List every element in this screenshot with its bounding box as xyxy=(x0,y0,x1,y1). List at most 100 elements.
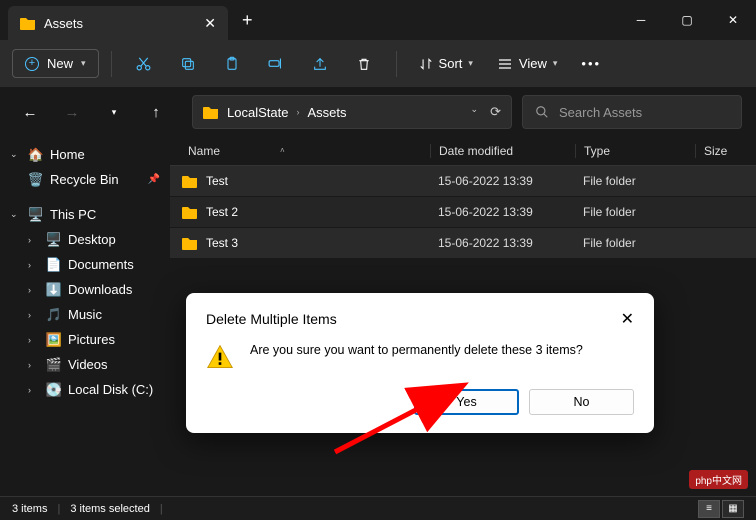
new-button[interactable]: + New ▾ xyxy=(12,49,99,78)
sidebar-item-videos[interactable]: › 🎬 Videos xyxy=(4,352,166,377)
recycle-icon: 🗑️ xyxy=(28,173,44,187)
table-row[interactable]: Test 3 15-06-2022 13:39 File folder xyxy=(170,228,756,258)
status-bar: 3 items | 3 items selected | ≡ ▦ xyxy=(0,496,756,520)
sidebar-item-desktop[interactable]: › 🖥️ Desktop xyxy=(4,227,166,252)
file-name: Test 3 xyxy=(206,236,238,250)
chevron-down-icon: ▾ xyxy=(553,58,558,69)
more-button[interactable]: ••• xyxy=(571,56,611,71)
chevron-right-icon: › xyxy=(28,285,40,295)
column-type[interactable]: Type xyxy=(575,144,695,158)
breadcrumb-localstate[interactable]: LocalState xyxy=(227,105,288,120)
sidebar-item-downloads[interactable]: › ⬇️ Downloads xyxy=(4,277,166,302)
share-icon[interactable] xyxy=(300,46,340,82)
search-input[interactable]: Search Assets xyxy=(522,95,742,129)
music-label: Music xyxy=(68,307,102,322)
watermark: php中文网 xyxy=(689,470,748,489)
chevron-right-icon: › xyxy=(296,107,299,117)
column-name[interactable]: Name˄ xyxy=(170,144,430,158)
thispc-label: This PC xyxy=(50,207,96,222)
address-dropdown-icon[interactable]: ⌄ xyxy=(471,104,479,120)
disk-icon: 💽 xyxy=(46,383,62,397)
file-type: File folder xyxy=(575,174,695,188)
maximize-button[interactable]: ▢ xyxy=(664,0,710,40)
dialog-close-button[interactable]: ✕ xyxy=(621,309,634,329)
view-button[interactable]: View ▾ xyxy=(487,56,567,71)
sort-asc-icon: ˄ xyxy=(280,146,285,155)
desktop-icon: 🖥️ xyxy=(46,233,62,247)
home-label: Home xyxy=(50,147,85,162)
localdisk-label: Local Disk (C:) xyxy=(68,382,153,397)
plus-icon: + xyxy=(25,57,39,71)
sidebar-item-music[interactable]: › 🎵 Music xyxy=(4,302,166,327)
chevron-down-icon: ⌄ xyxy=(10,149,22,160)
chevron-right-icon: › xyxy=(28,385,40,395)
no-button[interactable]: No xyxy=(529,389,634,415)
sidebar-item-localdisk[interactable]: › 💽 Local Disk (C:) xyxy=(4,377,166,402)
folder-icon xyxy=(182,174,198,188)
item-count: 3 items xyxy=(12,503,47,515)
breadcrumb-assets[interactable]: Assets xyxy=(307,105,346,120)
minimize-button[interactable]: ─ xyxy=(618,0,664,40)
selected-count: 3 items selected xyxy=(70,503,149,515)
yes-button[interactable]: Yes xyxy=(414,389,519,415)
search-placeholder: Search Assets xyxy=(559,105,642,120)
sidebar-item-home[interactable]: ⌄ 🏠 Home xyxy=(4,142,166,167)
folder-icon xyxy=(182,236,198,250)
recent-dropdown[interactable]: ▾ xyxy=(98,96,130,128)
chevron-right-icon: › xyxy=(28,335,40,345)
sort-button[interactable]: Sort ▾ xyxy=(409,56,483,71)
titlebar: Assets ✕ + ─ ▢ ✕ xyxy=(0,0,756,40)
chevron-down-icon: ▾ xyxy=(468,58,473,69)
refresh-icon[interactable]: ⟳ xyxy=(490,104,501,120)
new-tab-button[interactable]: + xyxy=(242,10,253,31)
folder-icon xyxy=(203,105,219,119)
column-size[interactable]: Size xyxy=(695,144,756,158)
file-name: Test 2 xyxy=(206,205,238,219)
chevron-right-icon: › xyxy=(28,235,40,245)
delete-icon[interactable] xyxy=(344,46,384,82)
downloads-label: Downloads xyxy=(68,282,132,297)
documents-icon: 📄 xyxy=(46,258,62,272)
cut-icon[interactable] xyxy=(124,46,164,82)
pictures-icon: 🖼️ xyxy=(46,333,62,347)
navbar: ← → ▾ ↑ LocalState › Assets ⌄ ⟳ Search A… xyxy=(0,88,756,136)
rename-icon[interactable] xyxy=(256,46,296,82)
toolbar: + New ▾ Sort ▾ View ▾ ••• xyxy=(0,40,756,88)
search-icon xyxy=(535,105,549,119)
file-date: 15-06-2022 13:39 xyxy=(430,174,575,188)
table-row[interactable]: Test 2 15-06-2022 13:39 File folder xyxy=(170,197,756,227)
sort-label: Sort xyxy=(439,56,463,71)
file-type: File folder xyxy=(575,236,695,250)
address-bar[interactable]: LocalState › Assets ⌄ ⟳ xyxy=(192,95,512,129)
window-tab[interactable]: Assets ✕ xyxy=(8,6,228,40)
close-button[interactable]: ✕ xyxy=(710,0,756,40)
delete-dialog: Delete Multiple Items ✕ Are you sure you… xyxy=(186,293,654,433)
pin-icon: 📌 xyxy=(148,174,160,185)
close-tab-icon[interactable]: ✕ xyxy=(204,15,216,32)
file-date: 15-06-2022 13:39 xyxy=(430,236,575,250)
window-controls: ─ ▢ ✕ xyxy=(618,0,756,40)
column-headers: Name˄ Date modified Type Size xyxy=(170,136,756,166)
folder-icon xyxy=(20,16,36,30)
tab-title: Assets xyxy=(44,16,83,31)
forward-button[interactable]: → xyxy=(56,96,88,128)
sidebar-item-thispc[interactable]: ⌄ 🖥️ This PC xyxy=(4,202,166,227)
thumbnails-view-button[interactable]: ▦ xyxy=(722,500,744,518)
chevron-down-icon: ⌄ xyxy=(10,209,22,220)
copy-icon[interactable] xyxy=(168,46,208,82)
chevron-down-icon: ▾ xyxy=(81,58,86,69)
up-button[interactable]: ↑ xyxy=(140,96,172,128)
chevron-right-icon: › xyxy=(28,260,40,270)
back-button[interactable]: ← xyxy=(14,96,46,128)
paste-icon[interactable] xyxy=(212,46,252,82)
sidebar-item-documents[interactable]: › 📄 Documents xyxy=(4,252,166,277)
sidebar-item-recycle[interactable]: 🗑️ Recycle Bin 📌 xyxy=(4,167,166,192)
documents-label: Documents xyxy=(68,257,134,272)
sidebar: ⌄ 🏠 Home 🗑️ Recycle Bin 📌 ⌄ 🖥️ This PC ›… xyxy=(0,136,170,496)
column-date[interactable]: Date modified xyxy=(430,144,575,158)
sidebar-item-pictures[interactable]: › 🖼️ Pictures xyxy=(4,327,166,352)
pc-icon: 🖥️ xyxy=(28,208,44,222)
chevron-right-icon: › xyxy=(28,360,40,370)
table-row[interactable]: Test 15-06-2022 13:39 File folder xyxy=(170,166,756,196)
details-view-button[interactable]: ≡ xyxy=(698,500,720,518)
